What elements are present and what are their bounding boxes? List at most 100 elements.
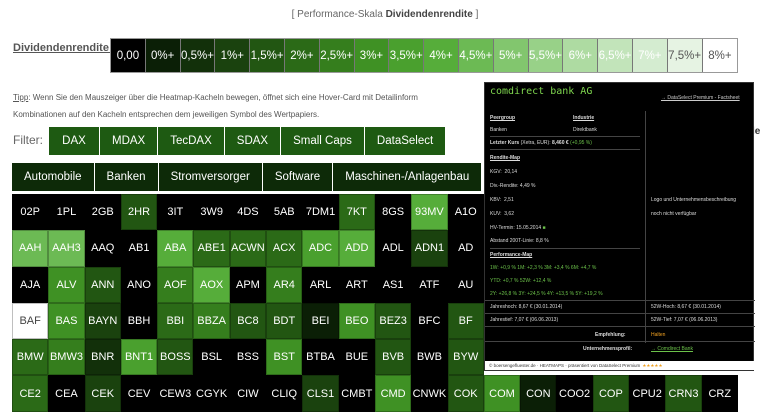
heatmap-tile[interactable]: BAF <box>12 302 49 340</box>
filter-button[interactable]: SDAX <box>224 127 281 155</box>
heatmap-tile[interactable]: COP <box>592 375 630 412</box>
heatmap-tile[interactable]: ADL <box>374 230 412 267</box>
heatmap-tile[interactable]: CEV <box>120 375 158 412</box>
filter-button[interactable]: DAX <box>49 127 99 155</box>
sector-button[interactable]: Stromversorger <box>158 163 262 191</box>
factsheet-link[interactable]: → DataSelect Premium - Factsheet <box>661 95 740 101</box>
heatmap-tile[interactable]: BNT1 <box>120 339 158 376</box>
sector-button[interactable]: Software <box>262 163 333 191</box>
heatmap-tile[interactable]: BSL <box>193 339 230 376</box>
heatmap-tile[interactable]: AU <box>447 266 484 303</box>
heatmap-tile[interactable]: CRN3 <box>665 375 702 412</box>
heatmap-tile[interactable]: ABA <box>157 230 194 267</box>
filter-button[interactable]: Small Caps <box>281 127 364 155</box>
sector-button[interactable]: Maschinen-/Anlagenbau <box>333 163 482 191</box>
heatmap-tile[interactable]: BSS <box>229 339 267 376</box>
heatmap-tile[interactable]: 5AB <box>266 194 303 231</box>
heatmap-tile[interactable]: 7DM1 <box>302 194 339 231</box>
sector-button[interactable]: Automobile <box>12 163 94 191</box>
heatmap-tile[interactable]: 93MV <box>411 194 448 231</box>
heatmap-tile[interactable]: 2GB <box>84 194 121 231</box>
sector-button[interactable]: Banken <box>94 163 158 191</box>
heatmap-tile[interactable]: COO2 <box>556 375 593 412</box>
heatmap-tile[interactable]: BEZ3 <box>374 302 412 340</box>
heatmap-tile[interactable]: 8GS <box>374 194 412 231</box>
heatmap-tile[interactable]: BWB <box>411 339 448 376</box>
heatmap-tile[interactable]: 3W9 <box>193 194 230 231</box>
heatmap-tile[interactable]: ABE1 <box>193 230 230 267</box>
heatmap-tile[interactable]: BBZA <box>193 302 230 340</box>
heatmap-tile[interactable]: CPU2 <box>629 375 666 412</box>
heatmap-tile[interactable]: ADC <box>302 230 339 267</box>
heatmap-tile[interactable]: CEA <box>48 375 85 412</box>
heatmap-tile[interactable]: BAS <box>48 302 85 340</box>
filter-button[interactable]: DataSelect <box>364 127 446 155</box>
filter-button[interactable]: TecDAX <box>158 127 224 155</box>
heatmap-tile[interactable]: BVB <box>374 339 412 376</box>
heatmap-tile[interactable]: 2HR <box>120 194 158 231</box>
heatmap-tile[interactable]: ALV <box>48 266 85 303</box>
heatmap-tile[interactable]: ATF <box>411 266 448 303</box>
heatmap-tile[interactable]: CGYK <box>193 375 230 412</box>
heatmap-tile[interactable]: COM <box>483 375 521 412</box>
heatmap-tile[interactable]: ANO <box>120 266 158 303</box>
heatmap-tile[interactable]: 7KT <box>338 194 375 231</box>
heatmap-tile[interactable]: CIW <box>229 375 267 412</box>
heatmap-tile[interactable]: BEI <box>302 302 339 340</box>
heatmap-tile[interactable]: BBH <box>120 302 158 340</box>
scale-cell: 1,5%+ <box>250 39 285 72</box>
heatmap-tile[interactable]: AOF <box>157 266 194 303</box>
heatmap-tile[interactable]: BST <box>266 339 303 376</box>
heatmap-tile[interactable]: 3IT <box>157 194 194 231</box>
heatmap-tile[interactable]: BEO <box>338 302 375 340</box>
heatmap-tile[interactable]: CMBT <box>338 375 375 412</box>
heatmap-tile[interactable]: AAQ <box>84 230 121 267</box>
heatmap-tile[interactable]: ANN <box>84 266 121 303</box>
heatmap-tile[interactable]: ARL <box>302 266 339 303</box>
heatmap-tile[interactable]: COK <box>447 375 484 412</box>
heatmap-tile[interactable]: AAH <box>12 230 49 267</box>
heatmap-tile[interactable]: BOSS <box>157 339 194 376</box>
heatmap-tile[interactable]: A1O <box>447 194 484 231</box>
profil-link[interactable]: → Comdirect Bank <box>651 346 693 352</box>
heatmap-tile[interactable]: 02P <box>12 194 49 231</box>
heatmap-tile[interactable]: CLIQ <box>266 375 303 412</box>
heatmap-tile[interactable]: BMW3 <box>48 339 85 376</box>
heatmap-tile[interactable]: ADN1 <box>411 230 448 267</box>
heatmap-tile[interactable]: ACX <box>266 230 303 267</box>
heatmap-tile[interactable]: AD <box>447 230 484 267</box>
heatmap-tile[interactable]: BNR <box>84 339 121 376</box>
heatmap-tile[interactable]: CON <box>520 375 557 412</box>
heatmap-tile[interactable]: 1PL <box>48 194 85 231</box>
heatmap-tile[interactable]: BC8 <box>229 302 267 340</box>
heatmap-tile[interactable]: BYW <box>447 339 484 376</box>
heatmap-tile[interactable]: CLS1 <box>302 375 339 412</box>
heatmap-tile[interactable]: BTBA <box>302 339 339 376</box>
heatmap-tile[interactable]: CRZ <box>701 375 738 412</box>
heatmap-tile[interactable]: AB1 <box>120 230 158 267</box>
heatmap-tile[interactable]: BFC <box>411 302 448 340</box>
heatmap-tile[interactable]: BUE <box>338 339 375 376</box>
heatmap-tile[interactable]: CE2 <box>12 375 49 412</box>
heatmap-tile[interactable]: ADD <box>338 230 375 267</box>
heatmap-tile[interactable]: ART <box>338 266 375 303</box>
heatmap-tile[interactable]: ACWN <box>229 230 267 267</box>
heatmap-tile[interactable]: AJA <box>12 266 49 303</box>
heatmap-tile[interactable]: APM <box>229 266 267 303</box>
heatmap-tile[interactable]: BBI <box>157 302 194 340</box>
heatmap-tile[interactable]: AOX <box>193 266 230 303</box>
heatmap-tile[interactable]: AR4 <box>266 266 303 303</box>
heatmap-tile[interactable]: CEK <box>84 375 121 412</box>
heatmap-tile[interactable]: CNWK <box>411 375 448 412</box>
heatmap-tile[interactable]: 4DS <box>229 194 267 231</box>
heatmap-tile[interactable]: BDT <box>266 302 303 340</box>
heatmap-tile[interactable]: AS1 <box>374 266 412 303</box>
heatmap-tile[interactable]: CMD <box>374 375 412 412</box>
heatmap-tile[interactable]: BF <box>447 302 484 340</box>
heatmap-tile[interactable]: BMW <box>12 339 49 376</box>
heatmap-tile[interactable]: AAH3 <box>48 230 85 267</box>
heatmap-tile[interactable]: CEW3 <box>157 375 194 412</box>
heatmap-tile[interactable]: BAYN <box>84 302 121 340</box>
sector-filter-row: Automobile Banken Stromversorger Software Ma… <box>12 163 482 191</box>
filter-button[interactable]: MDAX <box>100 127 158 155</box>
